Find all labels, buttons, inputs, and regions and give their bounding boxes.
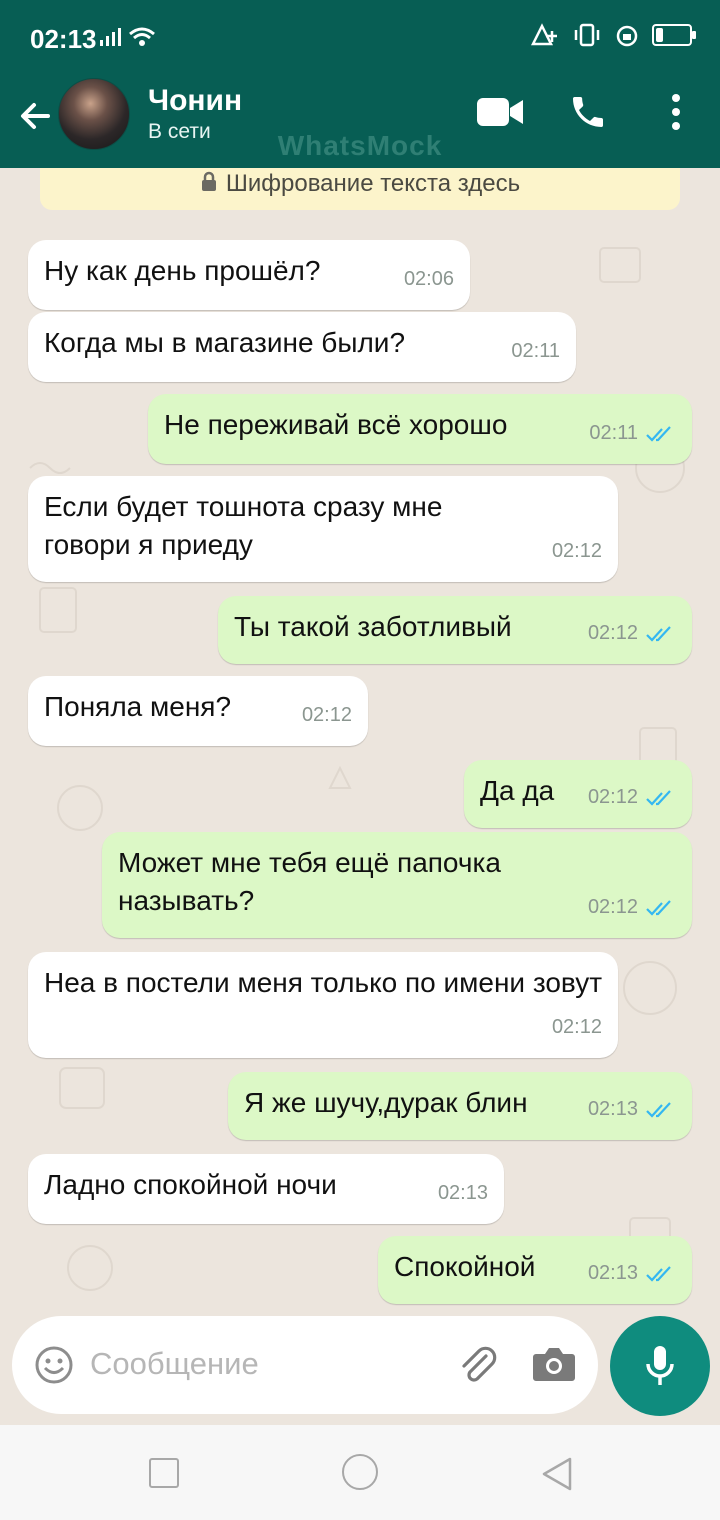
message-meta: 02:12 <box>588 778 676 816</box>
message-input-bar[interactable]: Сообщение <box>12 1316 598 1414</box>
video-call-icon[interactable] <box>476 96 524 128</box>
status-bar: 02:13 <box>0 0 720 78</box>
message-time: 02:06 <box>403 268 454 290</box>
message-time: 02:12 <box>301 704 352 726</box>
system-back-button[interactable] <box>540 1455 574 1493</box>
message-bubble-outgoing[interactable]: Может мне тебя ещё папочка называть? 02:… <box>102 832 692 938</box>
mic-button[interactable] <box>610 1316 710 1416</box>
message-meta: 02:13 <box>588 1090 676 1128</box>
alarm-icon <box>616 25 638 47</box>
encryption-notice-text: Шифрование текста здесь <box>225 170 521 197</box>
message-meta: 02:12 <box>588 614 676 652</box>
watermark: WhatsMock <box>277 130 443 161</box>
recents-button[interactable] <box>149 1458 179 1488</box>
message-time: 02:12 <box>587 786 638 808</box>
message-time: 02:12 <box>587 896 638 918</box>
message-bubble-outgoing[interactable]: Да да 02:12 <box>464 760 692 828</box>
message-bubble-incoming[interactable]: Когда мы в магазине были? 02:11 <box>28 312 576 382</box>
home-button[interactable] <box>342 1454 378 1490</box>
message-bubble-incoming[interactable]: Поняла меня? 02:12 <box>28 676 368 746</box>
double-check-icon <box>646 790 671 806</box>
double-check-icon <box>646 1266 671 1282</box>
message-bubble-outgoing[interactable]: Не переживай всё хорошо 02:11 <box>148 394 692 464</box>
message-text: Неа в постели меня только по имени зовут <box>44 967 603 998</box>
message-input[interactable]: Сообщение <box>90 1346 259 1382</box>
message-bubble-incoming[interactable]: Ну как день прошёл? 02:06 <box>28 240 470 310</box>
chat-area[interactable]: Шифрование текста здесь Ну как день прош… <box>0 168 720 1420</box>
double-check-icon <box>646 626 671 642</box>
message-text: Ладно спокойной ночи <box>44 1169 337 1200</box>
data-saver-icon <box>530 23 557 46</box>
more-options-icon[interactable] <box>666 92 686 132</box>
message-time: 02:12 <box>551 540 602 562</box>
attach-icon[interactable] <box>454 1342 500 1388</box>
message-bubble-outgoing[interactable]: Я же шучу,дурак блин 02:13 <box>228 1072 692 1140</box>
vibrate-icon <box>574 23 600 47</box>
message-time: 02:13 <box>587 1262 638 1284</box>
message-time: 02:13 <box>437 1182 488 1204</box>
message-time: 02:12 <box>587 622 638 644</box>
message-time: 02:11 <box>511 340 560 362</box>
status-time: 02:13 <box>30 24 97 54</box>
message-bubble-incoming[interactable]: Если будет тошнота сразу мне говори я пр… <box>28 476 618 582</box>
microphone-icon <box>646 1346 674 1385</box>
message-time: 02:11 <box>589 422 638 444</box>
message-bubble-incoming[interactable]: Неа в постели меня только по имени зовут… <box>28 952 618 1058</box>
signal-icon <box>100 27 155 46</box>
emoji-icon[interactable] <box>34 1345 74 1385</box>
message-meta: 02:11 <box>589 414 676 452</box>
message-bubble-incoming[interactable]: Ладно спокойной ночи 02:13 <box>28 1154 504 1224</box>
message-meta: 02:12 <box>588 888 676 926</box>
double-check-icon <box>646 900 671 916</box>
double-check-icon <box>646 1102 671 1118</box>
encryption-notice[interactable]: Шифрование текста здесь <box>40 168 680 210</box>
message-time: 02:13 <box>587 1098 638 1120</box>
message-meta: 02:13 <box>588 1254 676 1292</box>
contact-name[interactable]: Чонин <box>148 84 242 118</box>
message-time: 02:12 <box>551 1016 602 1038</box>
system-nav-bar <box>0 1425 720 1520</box>
message-text: Ну как день прошёл? <box>44 255 321 286</box>
status-right-icons <box>530 22 696 48</box>
message-text: Когда мы в магазине были? <box>44 327 406 358</box>
signal-wifi-icons <box>100 24 156 55</box>
camera-icon[interactable] <box>532 1345 576 1383</box>
message-bubble-outgoing[interactable]: Ты такой заботливый 02:12 <box>218 596 692 664</box>
battery-icon <box>652 24 696 46</box>
message-text: Может мне тебя ещё папочка называть? <box>118 847 501 916</box>
lock-icon <box>201 171 216 191</box>
voice-call-icon[interactable] <box>568 92 608 132</box>
double-check-icon <box>646 426 671 442</box>
message-text: Если будет тошнота сразу мне говори я пр… <box>44 491 443 560</box>
message-bubble-outgoing[interactable]: Спокойной 02:13 <box>378 1236 692 1304</box>
